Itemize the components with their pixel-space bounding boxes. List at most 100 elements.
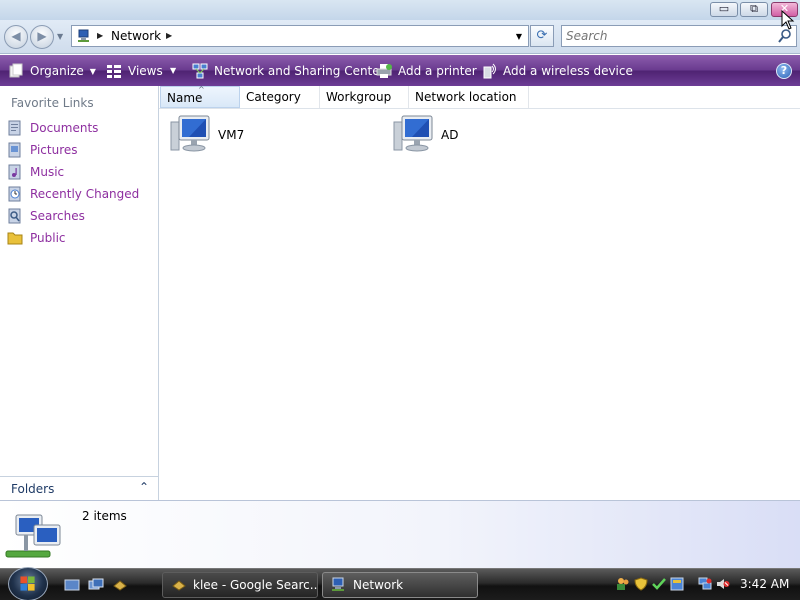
favorite-link-pictures[interactable]: Pictures: [7, 141, 152, 159]
network-sharing-icon: [192, 63, 208, 79]
views-button[interactable]: Views: [106, 62, 163, 80]
file-list: ^ Name Category Workgroup Network locati…: [159, 85, 800, 500]
taskbar-button-label: klee - Google Searc...: [193, 578, 318, 592]
restore-icon: ⧉: [750, 2, 758, 15]
network-icon: [5, 514, 61, 558]
address-row: ◀ ▶ ▼ ▶ Network ▶ ▼ ⟳: [0, 20, 800, 54]
column-header-name[interactable]: ^ Name: [160, 85, 240, 108]
minimize-button[interactable]: ▭: [710, 2, 738, 17]
folders-label: Folders: [11, 482, 55, 496]
address-dropdown-icon[interactable]: ▼: [516, 32, 522, 41]
favorite-link-label: Pictures: [30, 143, 78, 157]
favorite-links-heading: Favorite Links: [11, 96, 94, 110]
start-button[interactable]: [8, 567, 48, 600]
column-header-label: Workgroup: [326, 90, 392, 104]
back-arrow-icon: ◀: [11, 29, 21, 43]
add-wireless-device-button[interactable]: Add a wireless device: [481, 62, 633, 80]
pictures-icon: [8, 142, 21, 158]
favorite-link-searches[interactable]: Searches: [7, 207, 152, 225]
computer-name: AD: [441, 128, 459, 142]
title-bar: ▭ ⧉ ✕: [0, 0, 800, 20]
network-icon: [78, 29, 89, 42]
organize-button[interactable]: Organize ▼: [8, 62, 96, 80]
column-header-network-location[interactable]: Network location: [409, 86, 529, 108]
network-status-icon[interactable]: [698, 577, 712, 591]
clock[interactable]: 3:42 AM: [740, 577, 789, 591]
favorite-link-music[interactable]: Music: [7, 163, 152, 181]
search-input[interactable]: [566, 28, 766, 44]
help-button[interactable]: ?: [776, 63, 792, 79]
favorite-link-documents[interactable]: Documents: [7, 119, 152, 137]
details-pane: 2 items: [0, 500, 800, 568]
documents-icon: [8, 120, 21, 136]
network-folder-icon: [332, 577, 344, 591]
taskbar-button-network[interactable]: Network: [322, 572, 478, 598]
views-dropdown-icon[interactable]: ▼: [170, 66, 176, 75]
favorite-link-label: Public: [30, 231, 66, 245]
network-sharing-label: Network and Sharing Center: [214, 64, 385, 78]
forward-button[interactable]: ▶: [30, 25, 54, 49]
checkmark-tray-icon[interactable]: [652, 577, 666, 591]
computer-icon: [393, 115, 433, 152]
windows-logo-icon: [20, 576, 35, 591]
mouse-cursor-icon: [781, 10, 795, 30]
maximize-button[interactable]: ⧉: [740, 2, 768, 17]
favorite-link-label: Searches: [30, 209, 85, 223]
organize-icon: [9, 63, 23, 78]
taskbar-button-label: Network: [353, 578, 404, 592]
forward-arrow-icon: ▶: [37, 29, 47, 43]
recently-changed-icon: [8, 186, 21, 202]
address-bar[interactable]: ▶ Network ▶ ▼: [71, 25, 529, 47]
sort-ascending-icon: ^: [198, 85, 205, 94]
network-sharing-center-button[interactable]: Network and Sharing Center: [192, 62, 385, 80]
taskbar: klee - Google Searc... Network 3:42 AM: [0, 567, 800, 600]
add-printer-label: Add a printer: [398, 64, 477, 78]
column-header-workgroup[interactable]: Workgroup: [320, 86, 409, 108]
wireless-device-icon: [483, 63, 496, 79]
item-count: 2 items: [82, 509, 127, 523]
firefox-quicklaunch-icon[interactable]: [112, 577, 128, 593]
refresh-button[interactable]: ⟳: [530, 25, 554, 47]
chevron-down-icon: ▼: [89, 66, 96, 76]
search-icon[interactable]: [778, 29, 792, 43]
firefox-icon: [172, 580, 186, 591]
back-button[interactable]: ◀: [4, 25, 28, 49]
column-header-row: ^ Name Category Workgroup Network locati…: [159, 85, 800, 109]
breadcrumb-chevron-icon[interactable]: ▶: [166, 31, 172, 40]
favorite-link-public[interactable]: Public: [7, 229, 152, 247]
minimize-icon: ▭: [718, 2, 730, 15]
switch-windows-icon[interactable]: [88, 577, 104, 593]
favorite-link-recently-changed[interactable]: Recently Changed: [7, 185, 152, 203]
computer-icon: [170, 115, 210, 152]
network-computer-item[interactable]: VM7: [165, 112, 325, 158]
refresh-icon: ⟳: [536, 28, 548, 43]
views-icon: [107, 65, 121, 78]
show-desktop-icon[interactable]: [64, 577, 80, 593]
security-shield-icon[interactable]: [634, 577, 648, 591]
favorite-link-label: Music: [30, 165, 65, 179]
recent-pages-dropdown[interactable]: ▼: [57, 32, 63, 41]
add-wireless-label: Add a wireless device: [503, 64, 633, 78]
breadcrumb-network[interactable]: Network: [111, 29, 161, 43]
volume-muted-icon[interactable]: [716, 577, 730, 591]
breadcrumb-chevron-icon[interactable]: ▶: [97, 31, 103, 40]
column-header-label: Network location: [415, 90, 517, 104]
update-tray-icon[interactable]: [670, 577, 684, 591]
organize-label: Organize: [30, 64, 84, 78]
column-header-category[interactable]: Category: [240, 86, 320, 108]
taskbar-button-google-search[interactable]: klee - Google Searc...: [162, 572, 318, 598]
command-bar: Organize ▼ Views ▼ Network and Sharing C…: [0, 55, 800, 86]
chevron-up-icon: ⌃: [139, 480, 150, 494]
views-label: Views: [128, 64, 163, 78]
column-header-label: Category: [246, 90, 301, 104]
searches-icon: [8, 208, 21, 224]
folders-toggle[interactable]: Folders ⌃: [0, 476, 158, 500]
music-icon: [8, 164, 21, 180]
help-icon: ?: [780, 64, 788, 77]
users-tray-icon[interactable]: [616, 577, 630, 591]
favorite-link-label: Recently Changed: [30, 187, 140, 201]
network-computer-item[interactable]: AD: [388, 112, 548, 158]
printer-icon: [376, 64, 392, 78]
add-printer-button[interactable]: Add a printer: [376, 62, 477, 80]
search-box[interactable]: [561, 25, 797, 47]
